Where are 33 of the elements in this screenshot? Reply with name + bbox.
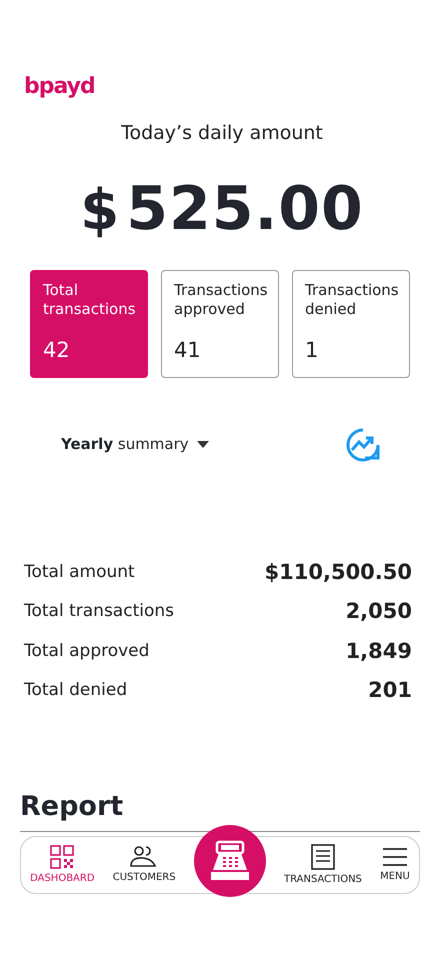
nav-tab[interactable]: DASHOBARD [30,844,95,886]
page-title: Today’s daily amount [120,121,324,146]
stat-value: 41 [174,337,202,364]
stat-card[interactable]: Total transactions 42 [30,270,148,378]
total-label: Total transactions [24,600,174,623]
receipt-icon [310,844,335,870]
grid-icon [50,844,74,868]
nav-tab[interactable]: TRANSACTIONS [284,844,362,886]
stat-value: 1 [305,337,320,364]
period-dropdown[interactable]: Yearly summary [60,432,210,457]
stat-label: Transactions denied [305,280,397,320]
caret-icon [196,440,209,448]
logo: bpayd [24,74,95,99]
total-label: Total amount [24,560,135,584]
chart-trend-icon[interactable] [346,428,380,462]
stat-label: Transactions approved [174,280,266,320]
nav-tab[interactable]: MENU [380,846,410,884]
nav-tab[interactable]: CUSTOMERS [112,846,176,884]
daily-amount: $525.00 [79,172,365,246]
report-heading: Report [20,790,124,824]
stat-card[interactable]: Transactions approved 41 [161,270,279,378]
total-label: Total denied [24,679,128,702]
people-icon [130,846,158,868]
total-value: 2,050 [346,598,412,625]
total-value: $110,500.50 [264,558,412,586]
menu-icon [382,846,407,866]
total-label: Total approved [24,640,150,662]
stat-card[interactable]: Transactions denied 1 [292,270,410,378]
total-value: 1,849 [346,638,412,664]
stat-value: 42 [43,337,71,364]
cash-register-icon [208,840,251,882]
total-value: 201 [368,677,412,704]
stat-label: Total transactions [43,280,135,320]
